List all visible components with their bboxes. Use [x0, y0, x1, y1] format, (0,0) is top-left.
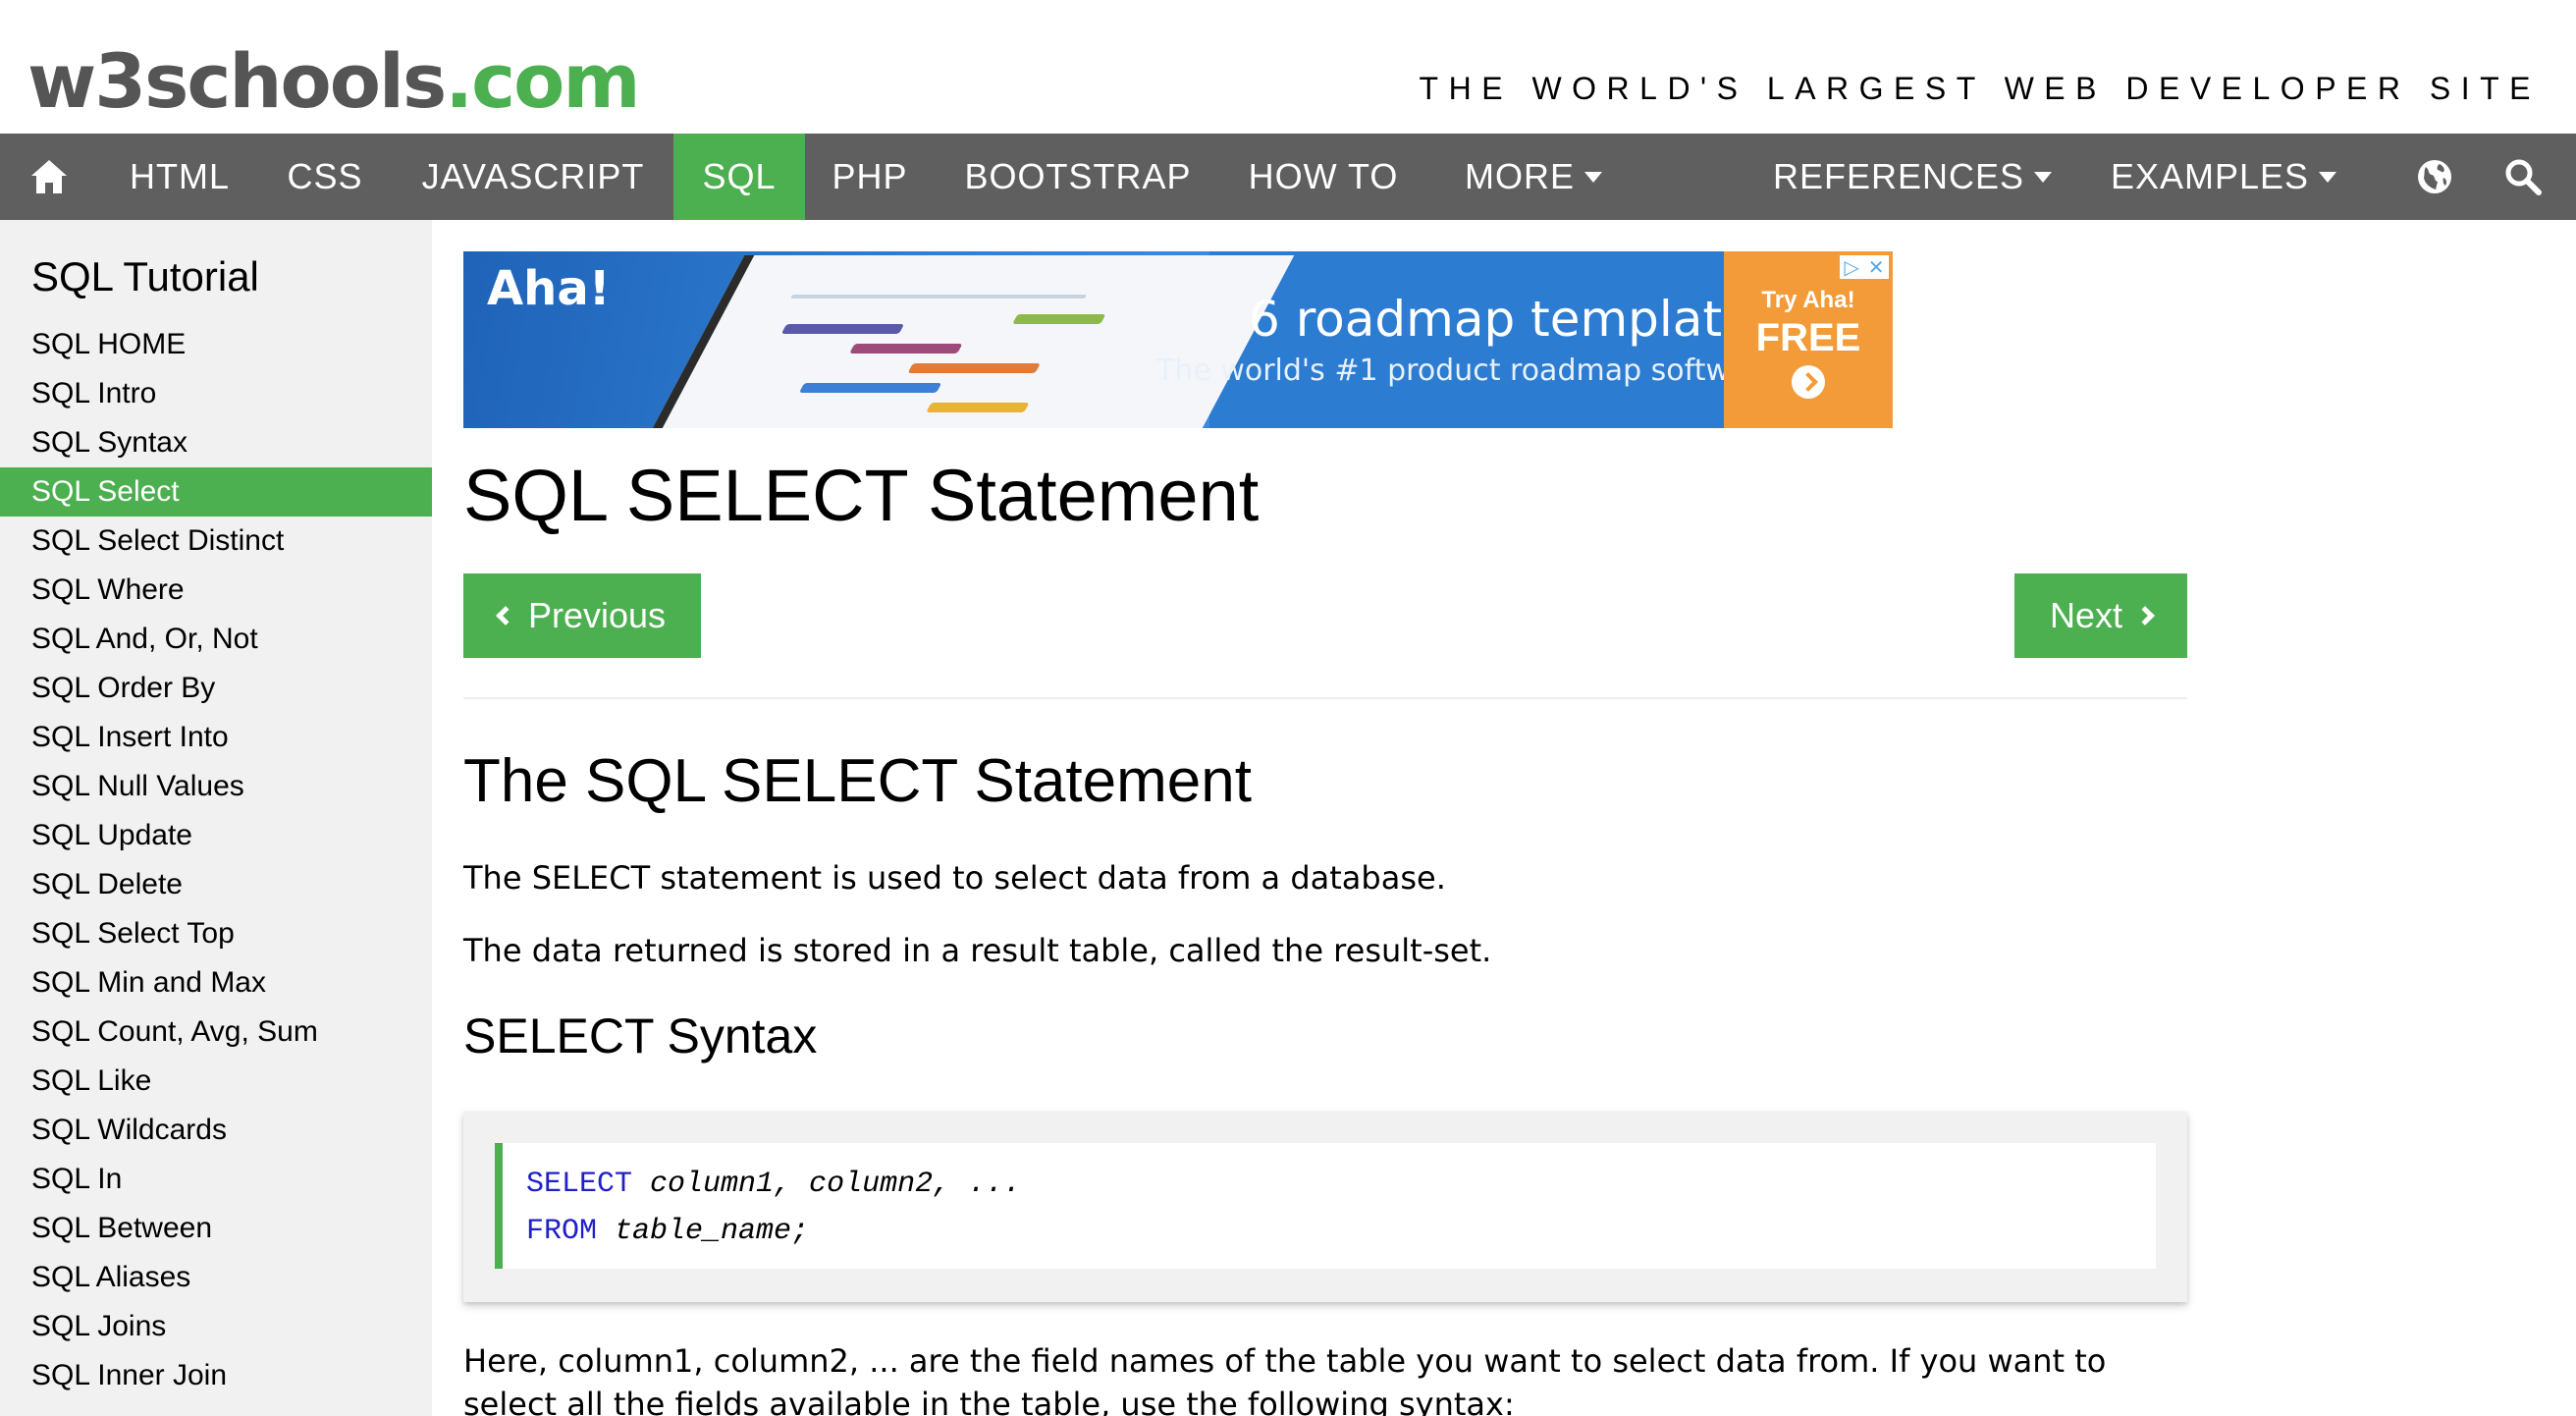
tutorial-sidebar: SQL Tutorial SQL HOME SQL Intro SQL Synt…	[0, 220, 432, 1416]
top-header: w3schools.com THE WORLD'S LARGEST WEB DE…	[0, 0, 2576, 134]
divider	[463, 697, 2187, 699]
nav-html[interactable]: HTML	[110, 134, 249, 220]
main-navbar: HTML CSS JAVASCRIPT SQL PHP BOOTSTRAP HO…	[0, 134, 2576, 220]
page-title: SQL SELECT Statement	[463, 455, 1260, 536]
nav-references[interactable]: REFERENCES	[1765, 134, 2060, 220]
caret-down-icon	[1584, 171, 1602, 183]
explanation-paragraph: Here, column1, column2, ... are the fiel…	[463, 1342, 2107, 1416]
sidebar-item-sql-null-values[interactable]: SQL Null Values	[0, 762, 432, 811]
nav-search-button[interactable]	[2484, 134, 2562, 220]
sidebar-item-sql-syntax[interactable]: SQL Syntax	[0, 418, 432, 467]
code-keyword-from: FROM	[526, 1215, 598, 1248]
nav-more[interactable]: MORE	[1445, 134, 1622, 220]
logo-text: w3schools	[27, 37, 447, 125]
sidebar-item-sql-intro[interactable]: SQL Intro	[0, 369, 432, 418]
sidebar-item-sql-in[interactable]: SQL In	[0, 1155, 432, 1204]
syntax-example-box: SELECT column1, column2, ... FROM table_…	[463, 1112, 2187, 1302]
sidebar-item-sql-aliases[interactable]: SQL Aliases	[0, 1253, 432, 1302]
sidebar-item-sql-select[interactable]: SQL Select	[0, 467, 432, 517]
nav-how-to[interactable]: HOW TO	[1233, 134, 1414, 220]
ad-cta-button[interactable]: ▷ ✕ Try Aha! FREE	[1724, 251, 1893, 428]
nav-php[interactable]: PHP	[815, 134, 925, 220]
w3schools-logo[interactable]: w3schools.com	[27, 37, 641, 126]
nav-examples[interactable]: EXAMPLES	[2099, 134, 2348, 220]
globe-icon	[2418, 160, 2451, 193]
sidebar-item-sql-and-or-not[interactable]: SQL And, Or, Not	[0, 615, 432, 664]
sidebar-item-sql-count-avg-sum[interactable]: SQL Count, Avg, Sum	[0, 1008, 432, 1057]
sidebar-item-sql-update[interactable]: SQL Update	[0, 811, 432, 860]
sidebar-item-sql-select-distinct[interactable]: SQL Select Distinct	[0, 517, 432, 566]
previous-button-label: Previous	[527, 595, 667, 635]
sidebar-item-sql-where[interactable]: SQL Where	[0, 566, 432, 615]
code-line-2: FROM table_name;	[526, 1208, 2156, 1255]
chevron-right-icon	[2135, 606, 2155, 626]
code-table-name: table_name;	[597, 1215, 810, 1248]
sidebar-item-sql-order-by[interactable]: SQL Order By	[0, 664, 432, 713]
nav-bootstrap[interactable]: BOOTSTRAP	[942, 134, 1213, 220]
sidebar-item-sql-home[interactable]: SQL HOME	[0, 320, 432, 369]
sidebar-item-sql-between[interactable]: SQL Between	[0, 1204, 432, 1253]
sidebar-item-sql-like[interactable]: SQL Like	[0, 1057, 432, 1106]
sidebar-item-sql-joins[interactable]: SQL Joins	[0, 1302, 432, 1351]
ad-visual: Aha!	[463, 251, 1295, 428]
sidebar-item-sql-inner-join[interactable]: SQL Inner Join	[0, 1351, 432, 1400]
search-icon	[2505, 159, 2542, 195]
ad-banner[interactable]: Aha! 6 roadmap templates The world's #1 …	[463, 251, 1893, 428]
code-columns: column1, column2, ...	[632, 1168, 1022, 1201]
site-tagline: THE WORLD'S LARGEST WEB DEVELOPER SITE	[1419, 71, 2541, 106]
sidebar-title: SQL Tutorial	[31, 253, 259, 300]
logo-tld: .com	[445, 37, 640, 125]
code-keyword-select: SELECT	[526, 1168, 633, 1201]
ad-screenshot-image	[640, 255, 1295, 428]
sidebar-item-sql-insert-into[interactable]: SQL Insert Into	[0, 713, 432, 762]
nav-css[interactable]: CSS	[263, 134, 387, 220]
previous-button[interactable]: Previous	[463, 573, 701, 658]
next-button[interactable]: Next	[2014, 573, 2187, 658]
caret-down-icon	[2034, 171, 2053, 183]
caret-down-icon	[2319, 171, 2337, 183]
sidebar-item-sql-delete[interactable]: SQL Delete	[0, 860, 432, 909]
ad-brand: Aha!	[487, 261, 611, 316]
nav-sql[interactable]: SQL	[673, 134, 805, 220]
intro-paragraph: The SELECT statement is used to select d…	[463, 859, 1446, 897]
syntax-heading: SELECT Syntax	[463, 1008, 818, 1063]
chevron-left-icon	[496, 606, 515, 626]
ad-cta-main: FREE	[1755, 316, 1861, 359]
nav-javascript[interactable]: JAVASCRIPT	[401, 134, 666, 220]
ad-subline: The world's #1 product roadmap software	[1156, 354, 1778, 388]
adchoices-icon[interactable]: ▷ ✕	[1840, 255, 1889, 279]
code-block: SELECT column1, column2, ... FROM table_…	[495, 1143, 2156, 1269]
nav-home-button[interactable]	[0, 134, 98, 220]
nav-translate-button[interactable]	[2395, 134, 2474, 220]
next-button-label: Next	[2049, 595, 2123, 635]
nav-examples-label: EXAMPLES	[2110, 156, 2310, 196]
home-icon	[31, 160, 67, 193]
arrow-right-icon	[1792, 365, 1825, 399]
sidebar-item-sql-min-max[interactable]: SQL Min and Max	[0, 958, 432, 1008]
code-line-1: SELECT column1, column2, ...	[526, 1161, 2156, 1208]
nav-references-label: REFERENCES	[1772, 156, 2025, 196]
section-title: The SQL SELECT Statement	[463, 747, 1252, 815]
ad-cta-top: Try Aha!	[1761, 287, 1855, 313]
sidebar-item-sql-wildcards[interactable]: SQL Wildcards	[0, 1106, 432, 1155]
result-set-paragraph: The data returned is stored in a result …	[463, 932, 1492, 969]
sidebar-item-sql-select-top[interactable]: SQL Select Top	[0, 909, 432, 958]
nav-more-label: MORE	[1465, 156, 1575, 196]
